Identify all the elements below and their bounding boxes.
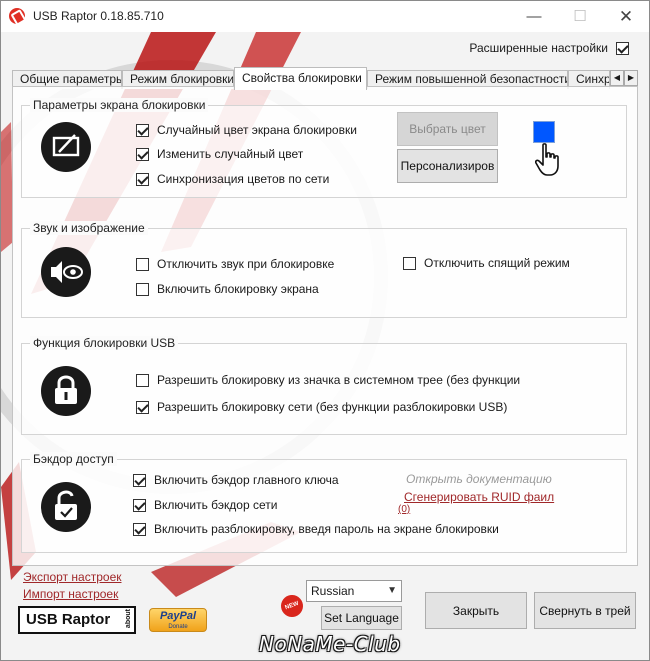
network-backdoor-label: Включить бэкдор сети xyxy=(154,498,278,512)
mute-on-lock-label: Отключить звук при блокировке xyxy=(157,257,335,271)
tab-scroll-right-button[interactable]: ▶ xyxy=(624,70,638,86)
usb-raptor-app-icon xyxy=(9,8,25,24)
paypal-donate-label: Donate xyxy=(168,624,188,630)
change-random-color-checkbox[interactable] xyxy=(136,147,149,161)
chevron-down-icon: ▼ xyxy=(387,585,397,596)
network-backdoor-checkbox[interactable] xyxy=(133,498,146,512)
master-key-backdoor-checkbox[interactable] xyxy=(133,473,146,487)
minimize-button[interactable]: — xyxy=(511,1,557,32)
change-random-color-label: Изменить случайный цвет xyxy=(157,147,304,161)
new-badge: NEW xyxy=(277,591,307,621)
network-backdoor-option[interactable]: Включить бэкдор сети xyxy=(133,498,277,512)
random-color-label: Случайный цвет экрана блокировки xyxy=(157,123,357,137)
padlock-icon xyxy=(41,366,91,416)
app-window: USB Raptor 0.18.85.710 — ☐ ✕ Расширенные… xyxy=(0,0,650,661)
close-window-button[interactable]: ✕ xyxy=(603,1,649,32)
tray-lock-option[interactable]: Разрешить блокировку из значка в системн… xyxy=(136,373,520,387)
password-unlock-option[interactable]: Включить разблокировку, введя пароль на … xyxy=(133,522,499,536)
disable-sleep-label: Отключить спящий режим xyxy=(424,256,570,270)
backdoor-group: Бэкдор доступ Включить бэкдор главного к… xyxy=(21,452,627,553)
open-documentation-link[interactable]: Открыть документацию xyxy=(406,472,552,486)
lock-properties-panel: Параметры экрана блокировки Случайный цв… xyxy=(12,86,638,566)
export-settings-link[interactable]: Экспорт настроек xyxy=(23,570,122,584)
pen-monitor-icon xyxy=(41,122,91,172)
speaker-eye-icon xyxy=(41,247,91,297)
tab-lock-properties[interactable]: Свойства блокировки xyxy=(234,67,367,90)
master-key-backdoor-option[interactable]: Включить бэкдор главного ключа xyxy=(133,473,339,487)
sound-image-group: Звук и изображение Отключить звук при бл… xyxy=(21,221,627,318)
language-value: Russian xyxy=(311,584,355,598)
tab-bar: Общие параметры Режим блокировки Свойств… xyxy=(12,67,638,90)
password-unlock-checkbox[interactable] xyxy=(133,522,146,536)
open-padlock-icon xyxy=(41,482,91,532)
network-color-sync-option[interactable]: Синхронизация цветов по сети xyxy=(136,172,329,186)
backdoor-group-title: Бэкдор доступ xyxy=(30,452,117,466)
lock-screen-group-title: Параметры экрана блокировки xyxy=(30,98,209,112)
tab-scroll-left-button[interactable]: ◀ xyxy=(610,70,624,86)
mute-on-lock-option[interactable]: Отключить звук при блокировке xyxy=(136,257,334,271)
tray-lock-checkbox[interactable] xyxy=(136,373,149,387)
ruid-count: (0) xyxy=(398,504,411,515)
network-lock-label: Разрешить блокировку сети (без функции р… xyxy=(157,400,508,414)
maximize-button[interactable]: ☐ xyxy=(557,1,603,32)
window-title: USB Raptor 0.18.85.710 xyxy=(33,9,164,23)
paypal-donate-button[interactable]: PayPal Donate xyxy=(149,608,207,632)
tray-lock-label: Разрешить блокировку из значка в системн… xyxy=(157,373,521,387)
usb-lock-group: Функция блокировки USB Разрешить блокиро… xyxy=(21,336,627,435)
disable-sleep-option[interactable]: Отключить спящий режим xyxy=(403,256,570,270)
network-color-sync-checkbox[interactable] xyxy=(136,172,149,186)
import-settings-link[interactable]: Импорт настроек xyxy=(23,587,118,601)
password-unlock-label: Включить разблокировку, введя пароль на … xyxy=(154,522,499,536)
master-key-backdoor-label: Включить бэкдор главного ключа xyxy=(154,473,339,487)
advanced-settings-checkbox[interactable] xyxy=(616,41,629,55)
screen-lock-checkbox[interactable] xyxy=(136,282,149,296)
network-lock-option[interactable]: Разрешить блокировку сети (без функции р… xyxy=(136,400,507,414)
network-lock-checkbox[interactable] xyxy=(136,400,149,414)
title-bar: USB Raptor 0.18.85.710 — ☐ ✕ xyxy=(1,1,649,32)
close-app-button[interactable]: Закрыть xyxy=(425,592,527,629)
change-random-color-option[interactable]: Изменить случайный цвет xyxy=(136,147,303,161)
minimize-to-tray-button[interactable]: Свернуть в трей xyxy=(534,592,636,629)
network-color-sync-label: Синхронизация цветов по сети xyxy=(157,172,330,186)
random-color-checkbox[interactable] xyxy=(136,123,149,137)
color-swatch[interactable] xyxy=(533,121,555,143)
lock-screen-group: Параметры экрана блокировки Случайный цв… xyxy=(21,98,627,198)
advanced-settings-toggle[interactable]: Расширенные настройки xyxy=(469,41,629,55)
client-area: Расширенные настройки Общие параметры Ре… xyxy=(1,32,649,660)
sound-image-group-title: Звук и изображение xyxy=(30,221,148,235)
screen-lock-option[interactable]: Включить блокировку экрана xyxy=(136,282,319,296)
hand-pointer-icon xyxy=(535,143,559,176)
screen-lock-label: Включить блокировку экрана xyxy=(157,282,319,296)
choose-color-button[interactable]: Выбрать цвет xyxy=(397,112,498,146)
random-color-option[interactable]: Случайный цвет экрана блокировки xyxy=(136,123,357,137)
language-select[interactable]: Russian ▼ xyxy=(306,580,402,602)
generate-ruid-link[interactable]: Сгенерировать RUID фаил xyxy=(404,490,554,504)
set-language-button[interactable]: Set Language xyxy=(321,606,402,630)
disable-sleep-checkbox[interactable] xyxy=(403,256,416,270)
advanced-settings-label: Расширенные настройки xyxy=(469,41,608,55)
usb-lock-group-title: Функция блокировки USB xyxy=(30,336,179,350)
usb-raptor-logo[interactable]: USB Raptor about xyxy=(18,606,136,634)
logo-about: about xyxy=(125,609,132,629)
logo-text: USB Raptor xyxy=(26,611,111,628)
customize-button[interactable]: Персонализиров xyxy=(397,149,498,183)
watermark: NoNaMe-Club xyxy=(259,632,401,656)
mute-on-lock-checkbox[interactable] xyxy=(136,257,149,271)
paypal-label: PayPal xyxy=(159,610,197,622)
